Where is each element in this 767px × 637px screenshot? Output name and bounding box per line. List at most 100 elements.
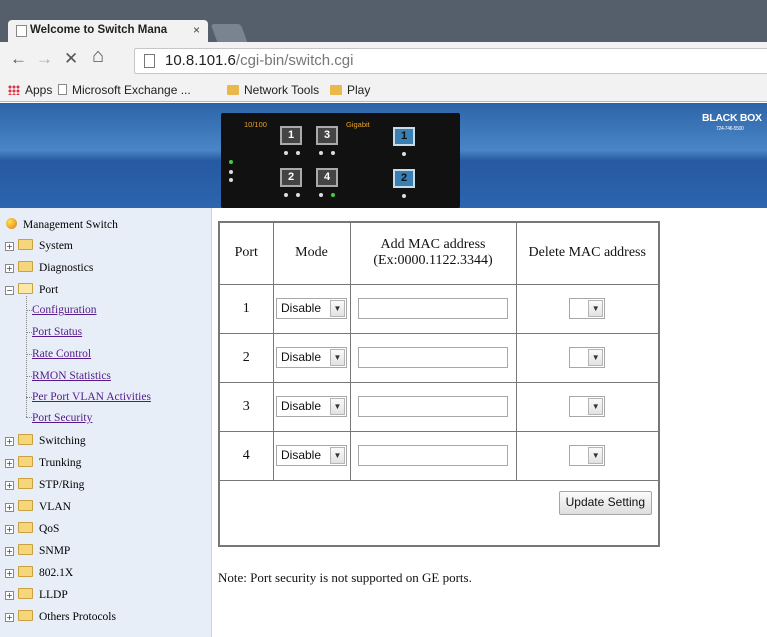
sidebar-link-port-status[interactable]: Port Status bbox=[32, 326, 82, 338]
sidebar-item-stp-ring[interactable]: + STP/Ring bbox=[5, 478, 84, 491]
switch-port-4[interactable]: 4 bbox=[316, 168, 338, 187]
link-port-status[interactable]: Port Status bbox=[32, 326, 82, 338]
link-port-security[interactable]: Port Security bbox=[32, 412, 92, 424]
cell-port: 1 bbox=[218, 283, 274, 334]
cell-port: 3 bbox=[218, 381, 274, 432]
tree-root[interactable]: Management Switch bbox=[6, 218, 118, 231]
cell-mode: Disable ▼ bbox=[272, 430, 351, 481]
sidebar-item-trunking[interactable]: + Trunking bbox=[5, 456, 81, 469]
table-row: 4 Disable ▼ ▼ bbox=[218, 430, 660, 481]
tree-root-label: Management Switch bbox=[23, 219, 118, 231]
expand-plus-icon[interactable]: + bbox=[5, 569, 14, 578]
switch-port-3[interactable]: 3 bbox=[316, 126, 338, 145]
sidebar-link-rate-control[interactable]: Rate Control bbox=[32, 348, 91, 360]
open-folder-icon bbox=[18, 283, 33, 294]
back-arrow-icon[interactable]: ← bbox=[10, 50, 27, 68]
sidebar-link-configuration[interactable]: Configuration bbox=[32, 304, 97, 316]
browser-tab[interactable]: Welcome to Switch Mana × bbox=[8, 20, 208, 42]
port-led bbox=[296, 151, 300, 155]
add-mac-input[interactable] bbox=[358, 347, 508, 368]
footer-cell: Update Setting bbox=[218, 479, 660, 547]
bookmark-label: Apps bbox=[25, 83, 53, 97]
sidebar-item-system[interactable]: + System bbox=[5, 239, 73, 252]
collapse-minus-icon[interactable]: − bbox=[5, 286, 14, 295]
link-configuration[interactable]: Configuration bbox=[32, 304, 97, 316]
new-tab-button[interactable] bbox=[210, 24, 248, 42]
sidebar-item-snmp[interactable]: + SNMP bbox=[5, 544, 70, 557]
home-icon[interactable]: ⌂ bbox=[92, 46, 104, 66]
sidebar-item-label: QoS bbox=[39, 523, 60, 535]
sidebar-item-label: System bbox=[39, 240, 73, 252]
cell-add-mac bbox=[349, 381, 517, 432]
sidebar-item-qos[interactable]: + QoS bbox=[5, 522, 59, 535]
expand-plus-icon[interactable]: + bbox=[5, 264, 14, 273]
port-security-table: Port Mode Add MAC address (Ex:0000.1122.3… bbox=[218, 221, 660, 547]
expand-plus-icon[interactable]: + bbox=[5, 525, 14, 534]
sidebar-item-label: SNMP bbox=[39, 545, 71, 557]
expand-plus-icon[interactable]: + bbox=[5, 481, 14, 490]
cell-port: 2 bbox=[218, 332, 274, 383]
sidebar-item-8021x[interactable]: +802.1X bbox=[5, 566, 73, 579]
bookmark-microsoft-exchange[interactable]: Microsoft Exchange ... bbox=[58, 83, 191, 97]
mode-select[interactable]: Disable ▼ bbox=[276, 298, 347, 319]
sidebar-item-label: Others Protocols bbox=[39, 611, 116, 623]
expand-plus-icon[interactable]: + bbox=[5, 591, 14, 600]
globe-icon bbox=[6, 218, 17, 229]
sidebar-item-diagnostics[interactable]: + Diagnostics bbox=[5, 261, 93, 274]
expand-plus-icon[interactable]: + bbox=[5, 547, 14, 556]
sidebar-link-port-security[interactable]: Port Security bbox=[32, 412, 92, 424]
update-setting-button[interactable]: Update Setting bbox=[558, 490, 652, 515]
switch-port-2[interactable]: 2 bbox=[280, 168, 302, 187]
add-mac-input[interactable] bbox=[358, 298, 508, 319]
sidebar-item-label: Port bbox=[39, 284, 59, 296]
sidebar-item-label: Switching bbox=[39, 435, 86, 447]
forward-arrow-icon[interactable]: → bbox=[36, 50, 53, 68]
address-bar[interactable]: 10.8.101.6/cgi-bin/switch.cgi bbox=[134, 48, 767, 74]
sidebar-item-port[interactable]: − Port bbox=[5, 283, 58, 296]
switch-gig-port-2[interactable]: 2 bbox=[393, 169, 415, 188]
port-led bbox=[319, 151, 323, 155]
add-mac-input[interactable] bbox=[358, 445, 508, 466]
link-rmon-statistics[interactable]: RMON Statistics bbox=[32, 370, 111, 382]
bookmark-apps[interactable]: Apps bbox=[8, 83, 52, 97]
dropdown-arrow-icon: ▼ bbox=[588, 300, 604, 317]
cell-port: 4 bbox=[218, 430, 274, 481]
expand-plus-icon[interactable]: + bbox=[5, 242, 14, 251]
folder-icon bbox=[18, 500, 33, 511]
sidebar-link-rmon-statistics[interactable]: RMON Statistics bbox=[32, 370, 111, 382]
folder-icon bbox=[18, 434, 33, 445]
sidebar-item-label: Diagnostics bbox=[39, 262, 94, 274]
delete-mac-select[interactable]: ▼ bbox=[569, 445, 606, 466]
expand-plus-icon[interactable]: + bbox=[5, 503, 14, 512]
switch-port-1[interactable]: 1 bbox=[280, 126, 302, 145]
sidebar-link-per-port-vlan[interactable]: Per Port VLAN Activities bbox=[32, 391, 151, 403]
add-mac-input[interactable] bbox=[358, 396, 508, 417]
expand-plus-icon[interactable]: + bbox=[5, 459, 14, 468]
expand-plus-icon[interactable]: + bbox=[5, 437, 14, 446]
switch-gig-port-1[interactable]: 1 bbox=[393, 127, 415, 146]
port-led bbox=[319, 193, 323, 197]
folder-icon bbox=[18, 261, 33, 272]
sidebar-item-vlan[interactable]: + VLAN bbox=[5, 500, 71, 513]
stop-loading-icon[interactable]: ✕ bbox=[64, 50, 78, 68]
bookmark-play[interactable]: Play bbox=[330, 83, 370, 97]
sidebar-item-switching[interactable]: + Switching bbox=[5, 434, 86, 447]
cell-delete-mac: ▼ bbox=[515, 381, 660, 432]
close-tab-icon[interactable]: × bbox=[193, 23, 200, 37]
bookmark-network-tools[interactable]: Network Tools bbox=[227, 83, 319, 97]
sidebar-item-lldp[interactable]: + LLDP bbox=[5, 588, 68, 601]
browser-tab-strip: Welcome to Switch Mana × bbox=[0, 0, 767, 42]
link-rate-control[interactable]: Rate Control bbox=[32, 348, 91, 360]
mode-select[interactable]: Disable ▼ bbox=[276, 445, 347, 466]
main-content: Port Mode Add MAC address (Ex:0000.1122.3… bbox=[218, 221, 660, 547]
link-per-port-vlan-activities[interactable]: Per Port VLAN Activities bbox=[32, 391, 151, 403]
delete-mac-select[interactable]: ▼ bbox=[569, 396, 606, 417]
expand-plus-icon[interactable]: + bbox=[5, 613, 14, 622]
delete-mac-select[interactable]: ▼ bbox=[569, 298, 606, 319]
sidebar-item-others-protocols[interactable]: + Others Protocols bbox=[5, 610, 116, 623]
mode-select[interactable]: Disable ▼ bbox=[276, 396, 347, 417]
folder-icon bbox=[18, 544, 33, 555]
url-host: 10.8.101.6 bbox=[165, 52, 236, 69]
mode-select[interactable]: Disable ▼ bbox=[276, 347, 347, 368]
delete-mac-select[interactable]: ▼ bbox=[569, 347, 606, 368]
